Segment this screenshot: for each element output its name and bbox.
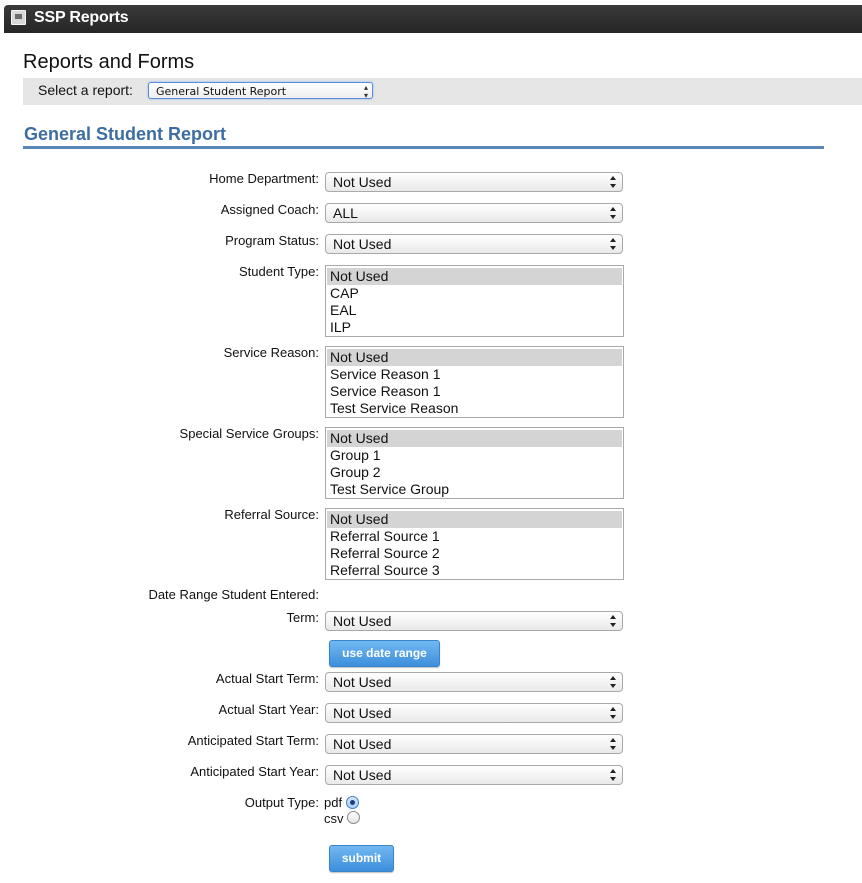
csv-option-label: csv <box>324 811 344 826</box>
submit-button[interactable]: submit <box>329 845 394 872</box>
service-reason-label: Service Reason: <box>223 345 319 360</box>
program-status-select[interactable]: Not Used <box>325 234 623 254</box>
updown-icon: ▴ ▾ <box>363 83 368 100</box>
assigned-coach-label: Assigned Coach: <box>220 202 319 217</box>
updown-arrow-icon <box>610 238 617 250</box>
list-option[interactable]: Test Service Group <box>327 481 622 498</box>
assigned-coach-value: ALL <box>333 205 358 221</box>
list-option[interactable]: Group 2 <box>327 464 622 481</box>
select-report-label: Select a report: <box>38 82 133 98</box>
term-select[interactable]: Not Used <box>325 611 623 631</box>
list-option[interactable]: Test Service Reason <box>327 400 622 417</box>
actual-start-year-value: Not Used <box>333 705 392 721</box>
term-value: Not Used <box>333 613 392 629</box>
actual-start-term-select[interactable]: Not Used <box>325 672 623 692</box>
updown-arrow-icon <box>610 615 617 627</box>
student-type-listbox[interactable]: Not Used CAP EAL ILP <box>325 265 624 337</box>
list-option[interactable]: Not Used <box>327 349 622 366</box>
list-option[interactable]: Not Used <box>327 511 622 528</box>
list-option[interactable]: Not Used <box>327 430 622 447</box>
list-option[interactable]: EAL <box>327 302 622 319</box>
section-divider <box>23 146 824 149</box>
app-window-icon <box>11 10 26 25</box>
actual-start-year-select[interactable]: Not Used <box>325 703 623 723</box>
anticipated-start-year-label: Anticipated Start Year: <box>190 764 319 779</box>
updown-arrow-icon <box>610 738 617 750</box>
updown-arrow-icon <box>610 176 617 188</box>
report-select-value: General Student Report <box>156 85 287 98</box>
updown-arrow-icon <box>610 707 617 719</box>
pdf-radio[interactable] <box>346 796 359 809</box>
section-title: General Student Report <box>24 124 227 144</box>
list-option[interactable]: Not Used <box>327 268 622 285</box>
program-status-label: Program Status: <box>225 233 319 248</box>
csv-radio[interactable] <box>347 811 360 824</box>
use-date-range-button[interactable]: use date range <box>329 640 440 667</box>
actual-start-term-value: Not Used <box>333 674 392 690</box>
report-select-bar: Select a report: General Student Report … <box>23 78 862 105</box>
anticipated-start-year-value: Not Used <box>333 767 392 783</box>
anticipated-start-year-select[interactable]: Not Used <box>325 765 623 785</box>
actual-start-year-label: Actual Start Year: <box>218 702 319 717</box>
pdf-option-label: pdf <box>324 795 343 810</box>
list-option[interactable]: Referral Source 1 <box>327 528 622 545</box>
list-option[interactable]: Service Reason 1 <box>327 366 622 383</box>
list-option[interactable]: ILP <box>327 319 622 336</box>
anticipated-start-term-label: Anticipated Start Term: <box>187 733 319 748</box>
list-option[interactable]: Referral Source 2 <box>327 545 622 562</box>
referral-source-listbox[interactable]: Not Used Referral Source 1 Referral Sour… <box>325 508 624 580</box>
list-option[interactable]: Group 1 <box>327 447 622 464</box>
actual-start-term-label: Actual Start Term: <box>215 671 319 686</box>
date-range-label: Date Range Student Entered: <box>148 587 319 602</box>
updown-arrow-icon <box>610 769 617 781</box>
referral-source-label: Referral Source: <box>224 507 319 522</box>
home-department-label: Home Department: <box>209 171 319 186</box>
term-label: Term: <box>286 610 320 625</box>
special-service-groups-label: Special Service Groups: <box>179 426 319 441</box>
list-option[interactable]: CAP <box>327 285 622 302</box>
window-title: SSP Reports <box>34 9 129 26</box>
output-type-label: Output Type: <box>244 795 319 810</box>
student-type-label: Student Type: <box>239 264 319 279</box>
anticipated-start-term-value: Not Used <box>333 736 392 752</box>
window-titlebar: SSP Reports <box>0 0 862 37</box>
special-service-groups-listbox[interactable]: Not Used Group 1 Group 2 Test Service Gr… <box>325 427 624 499</box>
titlebar-background: SSP Reports <box>4 5 862 33</box>
list-option[interactable]: Referral Source 3 <box>327 562 622 579</box>
assigned-coach-select[interactable]: ALL <box>325 203 623 223</box>
updown-arrow-icon <box>610 676 617 688</box>
program-status-value: Not Used <box>333 236 392 252</box>
report-select[interactable]: General Student Report ▴ ▾ <box>148 82 373 100</box>
home-department-select[interactable]: Not Used <box>325 172 623 192</box>
updown-arrow-icon <box>610 207 617 219</box>
anticipated-start-term-select[interactable]: Not Used <box>325 734 623 754</box>
page-heading: Reports and Forms <box>23 51 195 73</box>
list-option[interactable]: Service Reason 1 <box>327 383 622 400</box>
home-department-value: Not Used <box>333 174 392 190</box>
service-reason-listbox[interactable]: Not Used Service Reason 1 Service Reason… <box>325 346 624 418</box>
